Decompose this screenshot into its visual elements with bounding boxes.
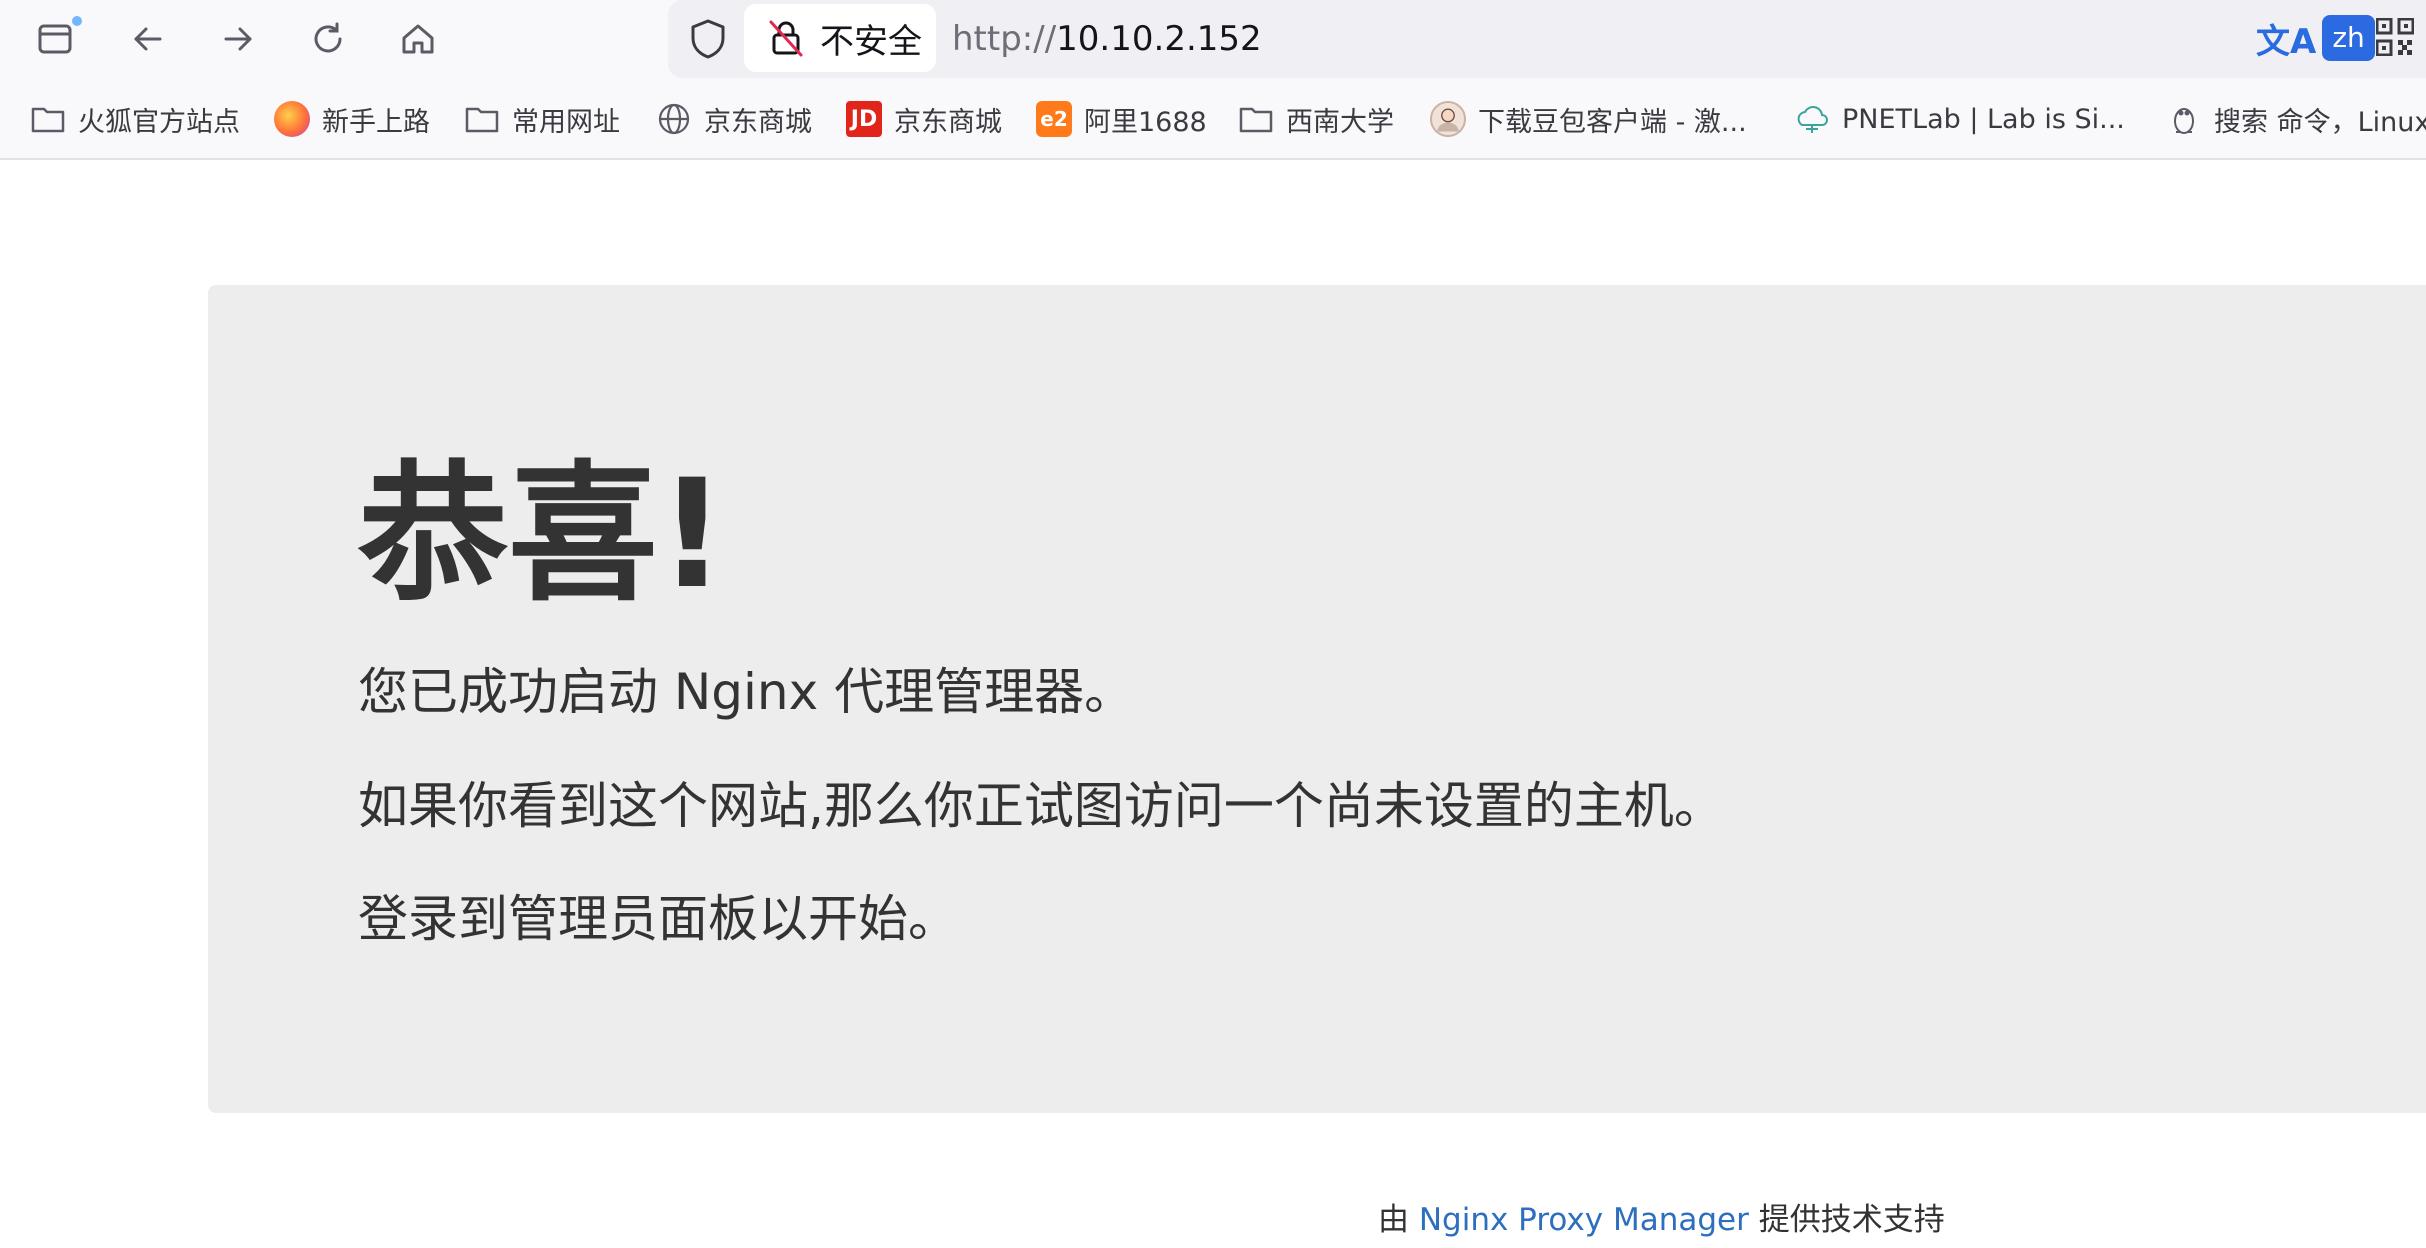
arrow-left-icon: [134, 27, 162, 51]
notification-dot: [70, 14, 84, 28]
footer-suffix: 提供技术支持: [1748, 1202, 1945, 1238]
network-icon: [1794, 101, 1830, 137]
bookmarks-toolbar: 火狐官方站点 新手上路 常用网址 京东商城 JD 京东商城 e2 阿里1688 …: [0, 78, 2426, 160]
footer: 由 Nginx Proxy Manager 提供技术支持: [1378, 1194, 1945, 1239]
insecure-lock-icon: [769, 20, 803, 57]
bookmark-label: PNETLab | Lab is Si...: [1842, 103, 2125, 135]
nginx-proxy-manager-link[interactable]: Nginx Proxy Manager: [1419, 1202, 1749, 1238]
bookmark-label: 搜索 命令，Linux: [2214, 106, 2426, 138]
firefox-icon: [274, 101, 310, 137]
folder-icon: [30, 101, 66, 137]
bookmark-item[interactable]: 京东商城: [656, 98, 812, 140]
bookmark-item[interactable]: e2 阿里1688: [1036, 98, 1207, 140]
tracking-protection-button[interactable]: [680, 14, 736, 64]
bookmark-label: 京东商城: [704, 106, 812, 138]
bookmark-label: 常用网址: [512, 106, 620, 138]
browser-toolbar: 不安全 http:// 10.10.2.152 文A zh: [0, 0, 2426, 78]
bookmark-label: 阿里1688: [1084, 106, 1207, 138]
translate-button[interactable]: 文A zh: [2256, 12, 2375, 64]
folder-icon: [1238, 101, 1274, 137]
back-button[interactable]: [120, 12, 176, 66]
unconfigured-host-message: 如果你看到这个网站,那么你正试图访问一个尚未设置的主机。: [358, 777, 1724, 835]
reload-button[interactable]: [300, 12, 356, 66]
bookmark-label: 火狐官方站点: [78, 106, 240, 138]
url-host: 10.10.2.152: [1056, 19, 1262, 59]
folder-icon: [464, 101, 500, 137]
translate-language-badge: zh: [2322, 15, 2375, 61]
success-message: 您已成功启动 Nginx 代理管理器。: [358, 663, 1135, 721]
bookmark-item[interactable]: 西南大学: [1238, 98, 1394, 140]
alibaba-icon: e2: [1036, 101, 1072, 137]
forward-button[interactable]: [210, 12, 266, 66]
globe-icon: [656, 101, 692, 137]
bookmark-item[interactable]: PNETLab | Lab is Si...: [1794, 98, 2125, 140]
footer-prefix: 由: [1378, 1202, 1419, 1238]
bookmark-label: 新手上路: [322, 106, 430, 138]
jd-icon: JD: [846, 101, 882, 137]
page-title: 恭喜!: [358, 448, 727, 622]
home-icon: [402, 24, 434, 54]
security-label: 不安全: [820, 21, 922, 62]
url-scheme: http://: [952, 19, 1057, 59]
bookmark-item[interactable]: JD 京东商城: [846, 98, 1002, 140]
bookmark-item[interactable]: 火狐官方站点: [30, 98, 240, 140]
shield-icon: [691, 19, 725, 59]
avatar-icon: [1430, 101, 1466, 137]
bookmark-label: 西南大学: [1286, 106, 1394, 138]
home-button[interactable]: [390, 12, 446, 66]
bookmark-item[interactable]: 常用网址: [464, 98, 620, 140]
bookmark-item[interactable]: 搜索 命令，Linux: [2166, 98, 2426, 140]
penguin-icon: [2166, 101, 2202, 137]
arrow-right-icon: [224, 27, 252, 51]
reload-icon: [314, 22, 342, 53]
url-text[interactable]: http:// 10.10.2.152: [952, 14, 1262, 64]
connection-insecure-button[interactable]: 不安全: [744, 4, 936, 72]
bookmark-label: 京东商城: [894, 106, 1002, 138]
qr-code-icon[interactable]: [2376, 18, 2414, 56]
bookmark-item[interactable]: 新手上路: [274, 98, 430, 140]
login-hint: 登录到管理员面板以开始。: [358, 890, 958, 948]
sidebar-icon: [38, 24, 72, 54]
translate-icon: 文A: [2256, 21, 2317, 62]
bookmark-label: 下载豆包客户端 - 激...: [1478, 106, 1747, 138]
bookmark-item[interactable]: 下载豆包客户端 - 激...: [1430, 98, 1747, 140]
